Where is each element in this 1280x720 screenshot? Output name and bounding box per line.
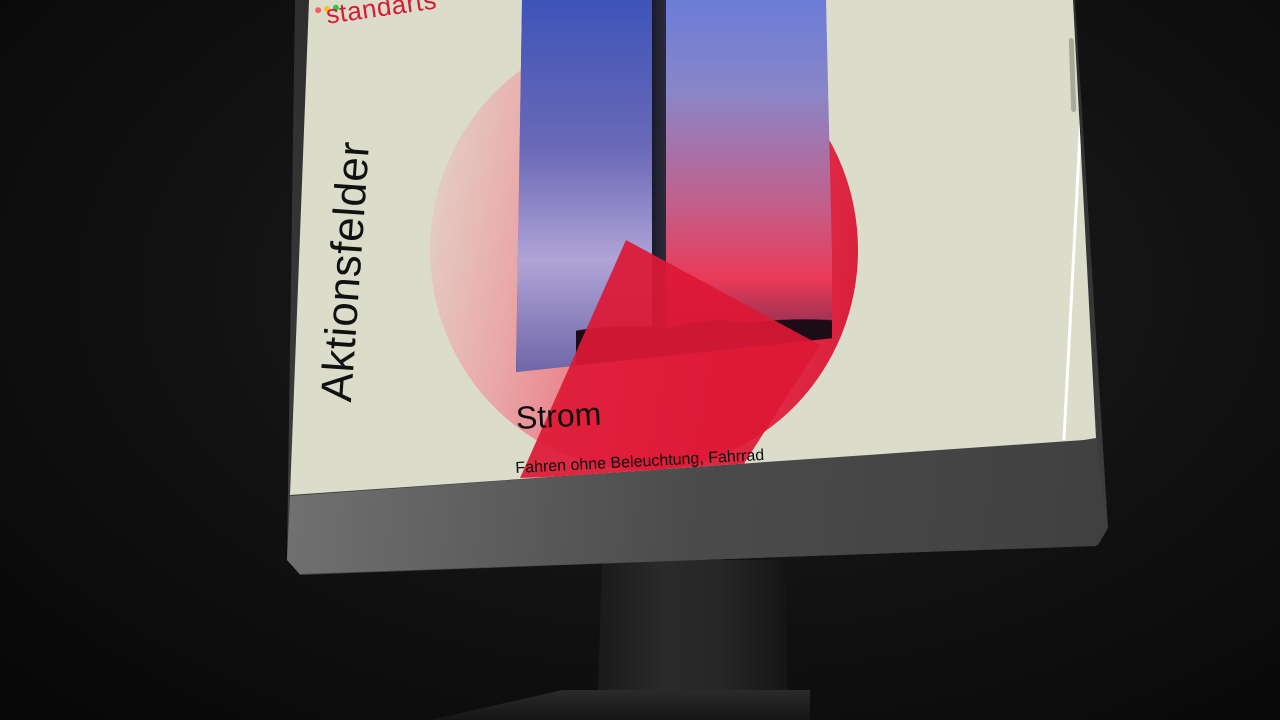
monitor: standarts Aktionsfelder Strom Fahren ohn… <box>0 0 1280 720</box>
scene-background: standarts Aktionsfelder Strom Fahren ohn… <box>0 0 1280 720</box>
page-title: Aktionsfelder <box>312 139 380 404</box>
browser-screen: standarts Aktionsfelder Strom Fahren ohn… <box>290 0 1096 495</box>
scrollbar-thumb[interactable] <box>1068 37 1077 113</box>
feature-title[interactable]: Strom <box>515 396 602 437</box>
close-icon[interactable] <box>314 6 322 14</box>
brand-logo[interactable]: standarts <box>324 0 439 31</box>
